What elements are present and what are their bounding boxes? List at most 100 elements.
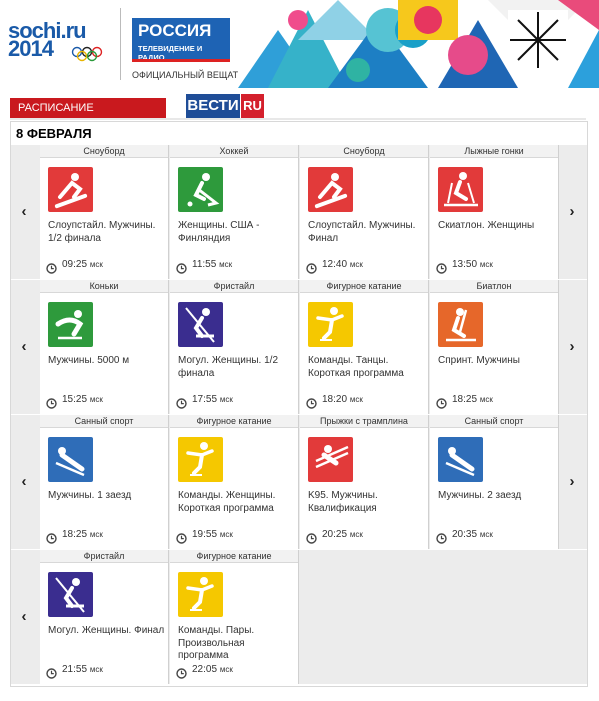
rossiya-logo[interactable]: РОССИЯ ТЕЛЕВИДЕНИЕ И РАДИО (132, 18, 230, 62)
clock-icon (436, 531, 447, 544)
figure-skating-icon (178, 437, 223, 482)
clock-icon (306, 531, 317, 544)
broadcast-card[interactable]: Коньки Мужчины. 5000 м 15:25 мск (40, 280, 169, 414)
sport-name: Хоккей (170, 145, 298, 158)
broadcast-card[interactable]: Сноуборд Слоупстайл. Мужчины. 1/2 финала 0… (40, 145, 169, 279)
sport-name: Лыжные гонки (430, 145, 558, 158)
broadcast-card[interactable]: Фигурное катание Команды. Танцы. Короткая… (300, 280, 429, 414)
sport-name: Биатлон (430, 280, 558, 293)
clock-icon (46, 396, 57, 409)
event-title: Команды. Пары. Произвольная программа (178, 625, 255, 661)
prev-arrow-button[interactable]: ‹ (11, 280, 37, 414)
sport-name: Сноуборд (300, 145, 428, 158)
broadcast-card[interactable]: Прыжки с трамплина K95. Мужчины. Квалифик… (300, 415, 429, 549)
clock-icon (306, 261, 317, 274)
broadcast-time: 21:55 мск (62, 664, 103, 675)
schedule-date: 8 ФЕВРАЛЯ (16, 126, 92, 141)
sport-name: Сноуборд (40, 145, 168, 158)
sport-name: Фигурное катание (300, 280, 428, 293)
clock-icon (436, 261, 447, 274)
next-arrow-button[interactable]: › (559, 280, 585, 414)
event-title: Скиатлон. Женщины (438, 220, 535, 231)
freestyle-icon (48, 572, 93, 617)
header-divider (120, 8, 121, 80)
prev-arrow-button[interactable]: ‹ (11, 415, 37, 549)
broadcast-card[interactable]: Биатлон Спринт. Мужчины 18:25 мск (430, 280, 559, 414)
next-arrow-button[interactable]: › (559, 415, 585, 549)
broadcast-time: 17:55 мск (192, 394, 233, 405)
event-title: Могул. Женщины. 1/2 финала (178, 355, 278, 379)
event-title: Мужчины. 5000 м (48, 355, 130, 366)
broadcast-card[interactable]: Лыжные гонки Скиатлон. Женщины 13:50 мск (430, 145, 559, 279)
event-title: Команды. Женщины. Короткая программа (178, 490, 276, 514)
broadcast-card[interactable]: Фигурное катание Команды. Женщины. Коротк… (170, 415, 299, 549)
sport-name: Санный спорт (40, 415, 168, 428)
sport-name: Фигурное катание (170, 415, 298, 428)
broadcast-card[interactable]: Санный спорт Мужчины. 1 заезд 18:25 мск (40, 415, 169, 549)
freestyle-icon (178, 302, 223, 347)
sport-name: Фигурное катание (170, 550, 298, 563)
broadcast-time: 19:55 мск (192, 529, 233, 540)
snowboard-icon (308, 167, 353, 212)
clock-icon (46, 531, 57, 544)
broadcast-time: 18:20 мск (322, 394, 363, 405)
header-decorative-pattern (238, 0, 599, 88)
broadcast-card[interactable]: Хоккей Женщины. США - Финляндия 11:55 мск (170, 145, 299, 279)
event-title: Слоупстайл. Мужчины. Финал (308, 220, 416, 244)
broadcast-time: 18:25 мск (62, 529, 103, 540)
event-title: Женщины. США - Финляндия (178, 220, 260, 244)
site-header: sochi.ru 2014 РОССИЯ ТЕЛЕВИДЕНИЕ И РАДИО… (0, 0, 599, 92)
schedule-row: ‹ › Сноуборд Слоупстайл. Мужчины. 1/2 финал… (11, 145, 587, 279)
tab-broadcast-schedule[interactable]: РАСПИСАНИЕ ТРАНСЛЯЦИЙ (10, 98, 166, 134)
event-title: Мужчины. 2 заезд (438, 490, 522, 501)
sport-name: Прыжки с трамплина (300, 415, 428, 428)
broadcast-card[interactable]: Фристайл Могул. Женщины. 1/2 финала 17:55 … (170, 280, 299, 414)
clock-icon (176, 666, 187, 679)
broadcast-time: 11:55 мск (192, 259, 233, 270)
sport-name: Санный спорт (430, 415, 558, 428)
sochi-2014-logo[interactable]: sochi.ru 2014 (8, 18, 108, 62)
tab-underline (10, 118, 586, 120)
figure-skating-icon (178, 572, 223, 617)
olympic-rings-icon (71, 46, 103, 62)
biathlon-icon (438, 302, 483, 347)
clock-icon (46, 666, 57, 679)
next-arrow-button[interactable]: › (559, 145, 585, 279)
vesti-logo[interactable]: ВЕСТИ RU (186, 94, 264, 118)
vesti-logo-text: ВЕСТИ (186, 94, 240, 118)
luge-icon (48, 437, 93, 482)
broadcast-card[interactable]: Санный спорт Мужчины. 2 заезд 20:35 мск (430, 415, 559, 549)
clock-icon (176, 396, 187, 409)
clock-icon (176, 531, 187, 544)
cross-country-icon (438, 167, 483, 212)
schedule-row: ‹ › Санный спорт Мужчины. 1 заезд 18:25 мск Ф… (11, 415, 587, 549)
broadcast-time: 20:25 мск (322, 529, 363, 540)
sport-name: Фристайл (170, 280, 298, 293)
event-title: K95. Мужчины. Квалификация (308, 490, 378, 514)
broadcast-time: 15:25 мск (62, 394, 103, 405)
clock-icon (436, 396, 447, 409)
event-title: Слоупстайл. Мужчины. 1/2 финала (48, 220, 156, 244)
speed-skating-icon (48, 302, 93, 347)
broadcast-time: 18:25 мск (452, 394, 493, 405)
broadcast-card[interactable]: Фигурное катание Команды. Пары. Произволь… (170, 550, 299, 684)
clock-icon (46, 261, 57, 274)
sport-name: Коньки (40, 280, 168, 293)
figure-skating-icon (308, 302, 353, 347)
rossiya-flag-stripe (132, 59, 230, 62)
broadcast-time: 09:25 мск (62, 259, 103, 270)
sochi-logo-line2: 2014 (8, 36, 54, 61)
broadcast-time: 12:40 мск (322, 259, 363, 270)
broadcast-card[interactable]: Фристайл Могул. Женщины. Финал 21:55 мск (40, 550, 169, 684)
broadcast-time: 20:35 мск (452, 529, 493, 540)
broadcast-time: 13:50 мск (452, 259, 493, 270)
schedule-row: ‹ Фристайл Могул. Женщины. Финал 21:55 мск Ф… (11, 550, 587, 684)
schedule-row: ‹ › Коньки Мужчины. 5000 м 15:25 мск Фристайл… (11, 280, 587, 414)
prev-arrow-button[interactable]: ‹ (11, 145, 37, 279)
vesti-logo-ru: RU (241, 94, 264, 118)
broadcast-time: 22:05 мск (192, 664, 233, 675)
prev-arrow-button[interactable]: ‹ (11, 550, 37, 684)
sport-name: Фристайл (40, 550, 168, 563)
clock-icon (306, 396, 317, 409)
broadcast-card[interactable]: Сноуборд Слоупстайл. Мужчины. Финал 12:40 … (300, 145, 429, 279)
